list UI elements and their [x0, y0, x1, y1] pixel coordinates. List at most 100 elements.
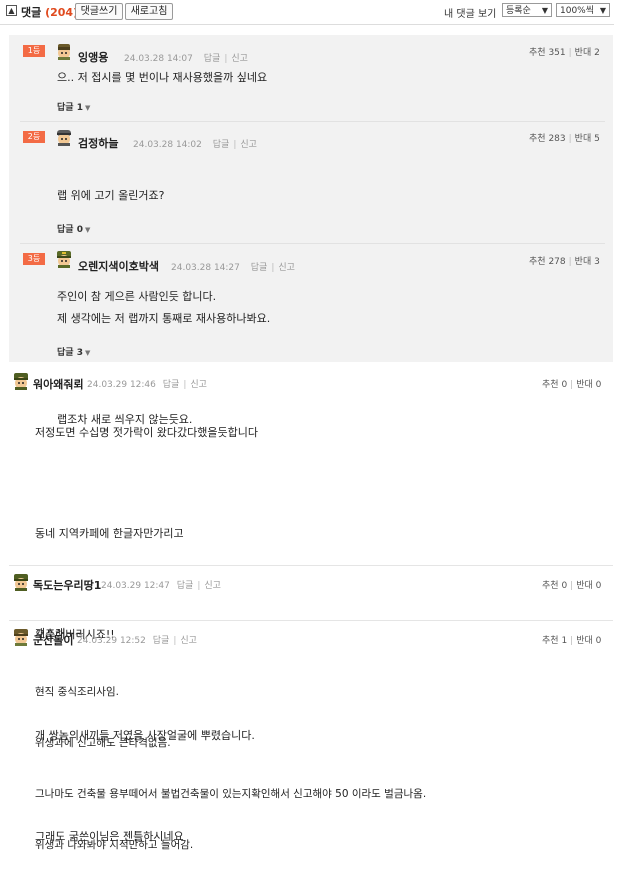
reply-link[interactable]: 답글 [177, 581, 194, 591]
user-nickname[interactable]: 오렌지색이호박색 [78, 258, 159, 274]
avatar-icon [57, 251, 71, 268]
user-nickname[interactable]: 독도는우리땅1 [33, 577, 101, 593]
comment-line: 동네 지역카페에 한글자만가리고 [35, 527, 184, 540]
write-comment-button[interactable]: 댓글쓰기 [75, 3, 123, 20]
vote-counts: 추천 351 | 반대 2 [529, 45, 600, 58]
avatar-icon [14, 629, 28, 646]
replies-toggle[interactable]: 답글 1 ▼ [57, 100, 90, 113]
comment-date: 24.03.29 12:52 [77, 636, 146, 646]
upvote-label: 추천 [542, 636, 559, 646]
replies-toggle[interactable]: 답글 3 ▼ [57, 345, 90, 358]
downvote-count: 5 [594, 134, 600, 144]
comment-line: 그나마도 건축물 용부떼어서 불법건축물이 있는지확인해서 신고해야 50 이라… [35, 788, 427, 800]
user-nickname[interactable]: 워아왜줘뢰 [33, 376, 84, 392]
rank-badge: 2등 [23, 131, 45, 143]
replies-toggle[interactable]: 답글 0 ▼ [57, 222, 90, 235]
rank-badge: 1등 [23, 45, 45, 57]
comment-date: 24.03.29 12:47 [101, 581, 170, 591]
reply-link[interactable]: 답글 [251, 263, 268, 273]
user-nickname[interactable]: 군산돌이 [33, 632, 73, 648]
comment-divider [9, 565, 613, 566]
upvote-button[interactable]: 추천 283 [529, 134, 566, 144]
downvote-button[interactable]: 반대 0 [576, 380, 601, 390]
chevron-down-icon: ▼ [84, 104, 91, 112]
separator: | [183, 380, 187, 390]
refresh-button[interactable]: 새로고침 [125, 3, 173, 20]
report-link[interactable]: 신고 [240, 140, 257, 150]
downvote-count: 3 [594, 257, 600, 267]
comment-line [57, 236, 216, 257]
report-link[interactable]: 신고 [204, 581, 221, 591]
separator: | [197, 581, 201, 591]
vote-counts: 추천 0 | 반대 0 [542, 578, 601, 591]
upvote-button[interactable]: 추천 278 [529, 257, 566, 267]
upvote-label: 추천 [542, 581, 559, 591]
collapse-toggle-icon[interactable]: ▲ [6, 5, 17, 16]
comment-line: 저정도면 수십명 젓가락이 왔다갔다했을듯합니다 [35, 426, 259, 439]
upvote-label: 추천 [542, 380, 559, 390]
downvote-button[interactable]: 반대 0 [576, 636, 601, 646]
chevron-down-icon: ▼ [541, 6, 548, 15]
upvote-button[interactable]: 추천 0 [542, 380, 567, 390]
sort-select-value: 등록순 [506, 6, 531, 16]
comment-meta: 24.03.28 14:07 답글 | 신고 [124, 51, 248, 64]
downvote-count: 2 [594, 48, 600, 58]
comment-body: 으.. 저 접시를 몇 번이나 재사용했을까 싶네요 [57, 70, 267, 86]
upvote-button[interactable]: 추천 1 [542, 636, 567, 646]
downvote-label: 반대 [576, 636, 593, 646]
comment-line: 제 생각에는 저 랩까지 통째로 재사용하나봐요. [57, 312, 271, 325]
separator: | [233, 140, 237, 150]
user-nickname[interactable]: 검정하늘 [78, 135, 118, 151]
user-nickname[interactable]: 잉앵용 [78, 49, 108, 65]
separator: | [224, 54, 228, 64]
downvote-button[interactable]: 반대 2 [575, 48, 600, 58]
comment-date: 24.03.28 14:02 [133, 140, 202, 150]
comment-divider [20, 121, 605, 122]
reply-link[interactable]: 답글 [153, 636, 170, 646]
rank-badge: 3등 [23, 253, 45, 265]
comment-line [35, 473, 258, 494]
comment-count: (204) [45, 6, 79, 19]
separator: | [568, 48, 572, 58]
upvote-button[interactable]: 추천 0 [542, 581, 567, 591]
downvote-count: 0 [595, 636, 602, 646]
report-link[interactable]: 신고 [278, 263, 295, 273]
comment-body: 현직 중식조리사임. 위생과에 신고해도 큰타격없음. 그나마도 건축물 용부떼… [35, 650, 426, 888]
separator: | [570, 581, 574, 591]
upvote-count: 283 [548, 134, 566, 144]
report-link[interactable]: 신고 [231, 54, 248, 64]
upvote-count: 1 [561, 636, 568, 646]
reply-link[interactable]: 답글 [213, 140, 230, 150]
zoom-select[interactable]: 100%씩 ▼ [556, 3, 610, 17]
zoom-select-value: 100%씩 [560, 6, 595, 16]
report-link[interactable]: 신고 [190, 380, 207, 390]
upvote-label: 추천 [529, 48, 546, 58]
my-comments-link[interactable]: 내 댓글 보기 [444, 5, 496, 20]
replies-count: 답글 1 [57, 103, 83, 113]
downvote-button[interactable]: 반대 3 [575, 257, 600, 267]
comment-divider [20, 243, 605, 244]
comment-line: 현직 중식조리사임. [35, 686, 119, 698]
upvote-count: 278 [548, 257, 566, 267]
downvote-button[interactable]: 반대 5 [575, 134, 600, 144]
reply-link[interactable]: 답글 [204, 54, 221, 64]
downvote-button[interactable]: 반대 0 [576, 581, 601, 591]
reply-link[interactable]: 답글 [163, 380, 180, 390]
separator: | [570, 636, 574, 646]
comment-line: 랩 위에 고기 올린거죠? [57, 189, 165, 202]
comment-divider [9, 620, 613, 621]
comment-label: 댓글 [21, 6, 42, 19]
upvote-button[interactable]: 추천 351 [529, 48, 566, 58]
upvote-label: 추천 [529, 257, 546, 267]
replies-count: 답글 3 [57, 348, 83, 358]
comment-meta: 24.03.29 12:46 답글 | 신고 [87, 377, 207, 390]
report-link[interactable]: 신고 [180, 636, 197, 646]
downvote-count: 0 [595, 380, 602, 390]
vote-counts: 추천 283 | 반대 5 [529, 131, 600, 144]
sort-select[interactable]: 등록순 ▼ [502, 3, 552, 17]
scrollbar[interactable] [614, 0, 623, 723]
comment-meta: 24.03.29 12:52 답글 | 신고 [77, 633, 197, 646]
comment-date: 24.03.28 14:27 [171, 263, 240, 273]
avatar-icon [57, 130, 71, 146]
vote-counts: 추천 1 | 반대 0 [542, 633, 601, 646]
